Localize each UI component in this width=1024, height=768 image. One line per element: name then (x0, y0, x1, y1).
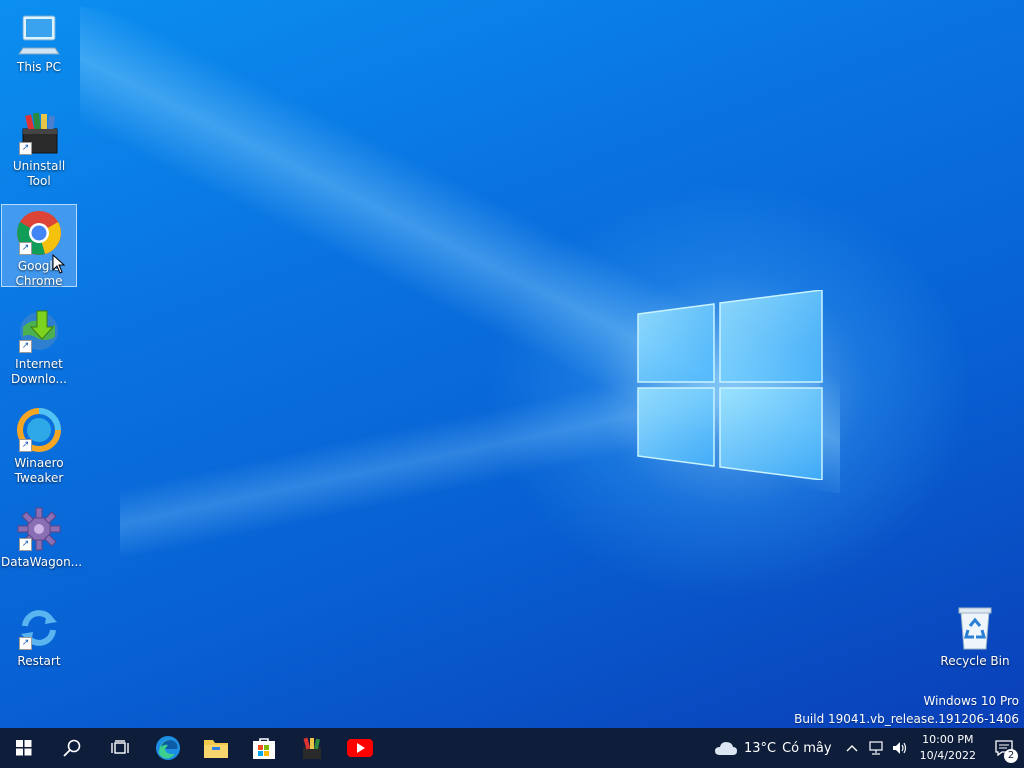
windows-edition-watermark: Windows 10 Pro (923, 694, 1019, 708)
taskbar-app-youtube[interactable] (336, 728, 384, 768)
weather-condition: Có mây (782, 740, 832, 756)
taskbar: 13°C Có mây 10:00 PM 10/4/2022 2 (0, 728, 1024, 768)
desktop-icon-this-pc[interactable]: This PC (1, 6, 77, 75)
desktop-icon-label: Recycle Bin (940, 654, 1010, 668)
winaero-icon: ↗ (15, 406, 63, 454)
notification-count-badge: 2 (1004, 749, 1018, 763)
system-tray: 13°C Có mây 10:00 PM 10/4/2022 2 (706, 728, 1024, 768)
recycle-bin-icon (951, 604, 999, 652)
desktop-icon-label: Restart (17, 654, 61, 668)
network-button[interactable] (864, 728, 888, 768)
youtube-icon (347, 739, 373, 757)
file-explorer-icon (204, 740, 228, 758)
datawagon-gear-icon: ↗ (15, 505, 63, 553)
start-button[interactable] (0, 728, 48, 768)
shortcut-arrow-icon: ↗ (19, 538, 32, 551)
windows-build-watermark: Build 19041.vb_release.191206-1406 (794, 712, 1019, 726)
search-icon (63, 739, 81, 757)
taskbar-app-store[interactable] (240, 728, 288, 768)
task-view-icon (111, 740, 129, 754)
clock-time: 10:00 PM (922, 733, 974, 746)
download-globe-icon: ↗ (15, 307, 63, 355)
action-center-button[interactable]: 2 (984, 728, 1024, 768)
desktop-icon-label: DataWagon... (1, 555, 83, 569)
desktop-icon-label: Internet Downlo... (11, 357, 67, 386)
edge-icon (156, 736, 180, 760)
volume-button[interactable] (888, 728, 912, 768)
shortcut-arrow-icon: ↗ (19, 142, 32, 155)
shortcut-arrow-icon: ↗ (19, 242, 32, 255)
uninstall-tool-icon: ↗ (15, 109, 63, 157)
taskbar-app-edge[interactable] (144, 728, 192, 768)
task-view-button[interactable] (96, 728, 144, 768)
shortcut-arrow-icon: ↗ (19, 637, 32, 650)
windows-logo-wallpaper (637, 290, 823, 480)
desktop-icon-internet-download-manager[interactable]: ↗ Internet Downlo... (1, 303, 77, 387)
mouse-cursor-icon (52, 254, 66, 274)
store-icon (253, 738, 275, 759)
desktop-icon-recycle-bin[interactable]: Recycle Bin (937, 600, 1013, 669)
desktop-icon-restart[interactable]: ↗ Restart (1, 600, 77, 669)
desktop-icon-datawagon[interactable]: ↗ DataWagon... (1, 501, 83, 570)
shortcut-arrow-icon: ↗ (19, 439, 32, 452)
taskbar-clock[interactable]: 10:00 PM 10/4/2022 (912, 732, 984, 764)
cloud-icon (714, 742, 737, 755)
clock-date: 10/4/2022 (919, 749, 976, 762)
uninstall-tool-icon (303, 737, 321, 759)
weather-widget[interactable]: 13°C Có mây (706, 740, 840, 756)
desktop-icon-uninstall-tool[interactable]: ↗ Uninstall Tool (1, 105, 77, 189)
desktop-icon-google-chrome[interactable]: ↗ Google Chrome (1, 204, 77, 288)
desktop-icon-label: Winaero Tweaker (14, 456, 64, 485)
volume-icon (892, 742, 906, 754)
taskbar-app-uninstall-tool[interactable] (288, 728, 336, 768)
chrome-icon: ↗ (15, 209, 63, 257)
start-icon (16, 740, 32, 756)
chevron-up-icon (846, 745, 858, 752)
show-hidden-icons-button[interactable] (840, 728, 864, 768)
network-icon (868, 741, 883, 755)
computer-icon (15, 10, 63, 58)
desktop[interactable]: This PC ↗ Uninstall Tool ↗ Google Chrome… (0, 0, 1024, 728)
search-button[interactable] (48, 728, 96, 768)
desktop-icon-label: This PC (17, 60, 61, 74)
restart-icon: ↗ (15, 604, 63, 652)
desktop-icon-winaero-tweaker[interactable]: ↗ Winaero Tweaker (1, 402, 77, 486)
weather-temperature: 13°C (743, 740, 777, 756)
shortcut-arrow-icon: ↗ (19, 340, 32, 353)
taskbar-app-file-explorer[interactable] (192, 728, 240, 768)
desktop-icon-label: Uninstall Tool (12, 159, 66, 188)
